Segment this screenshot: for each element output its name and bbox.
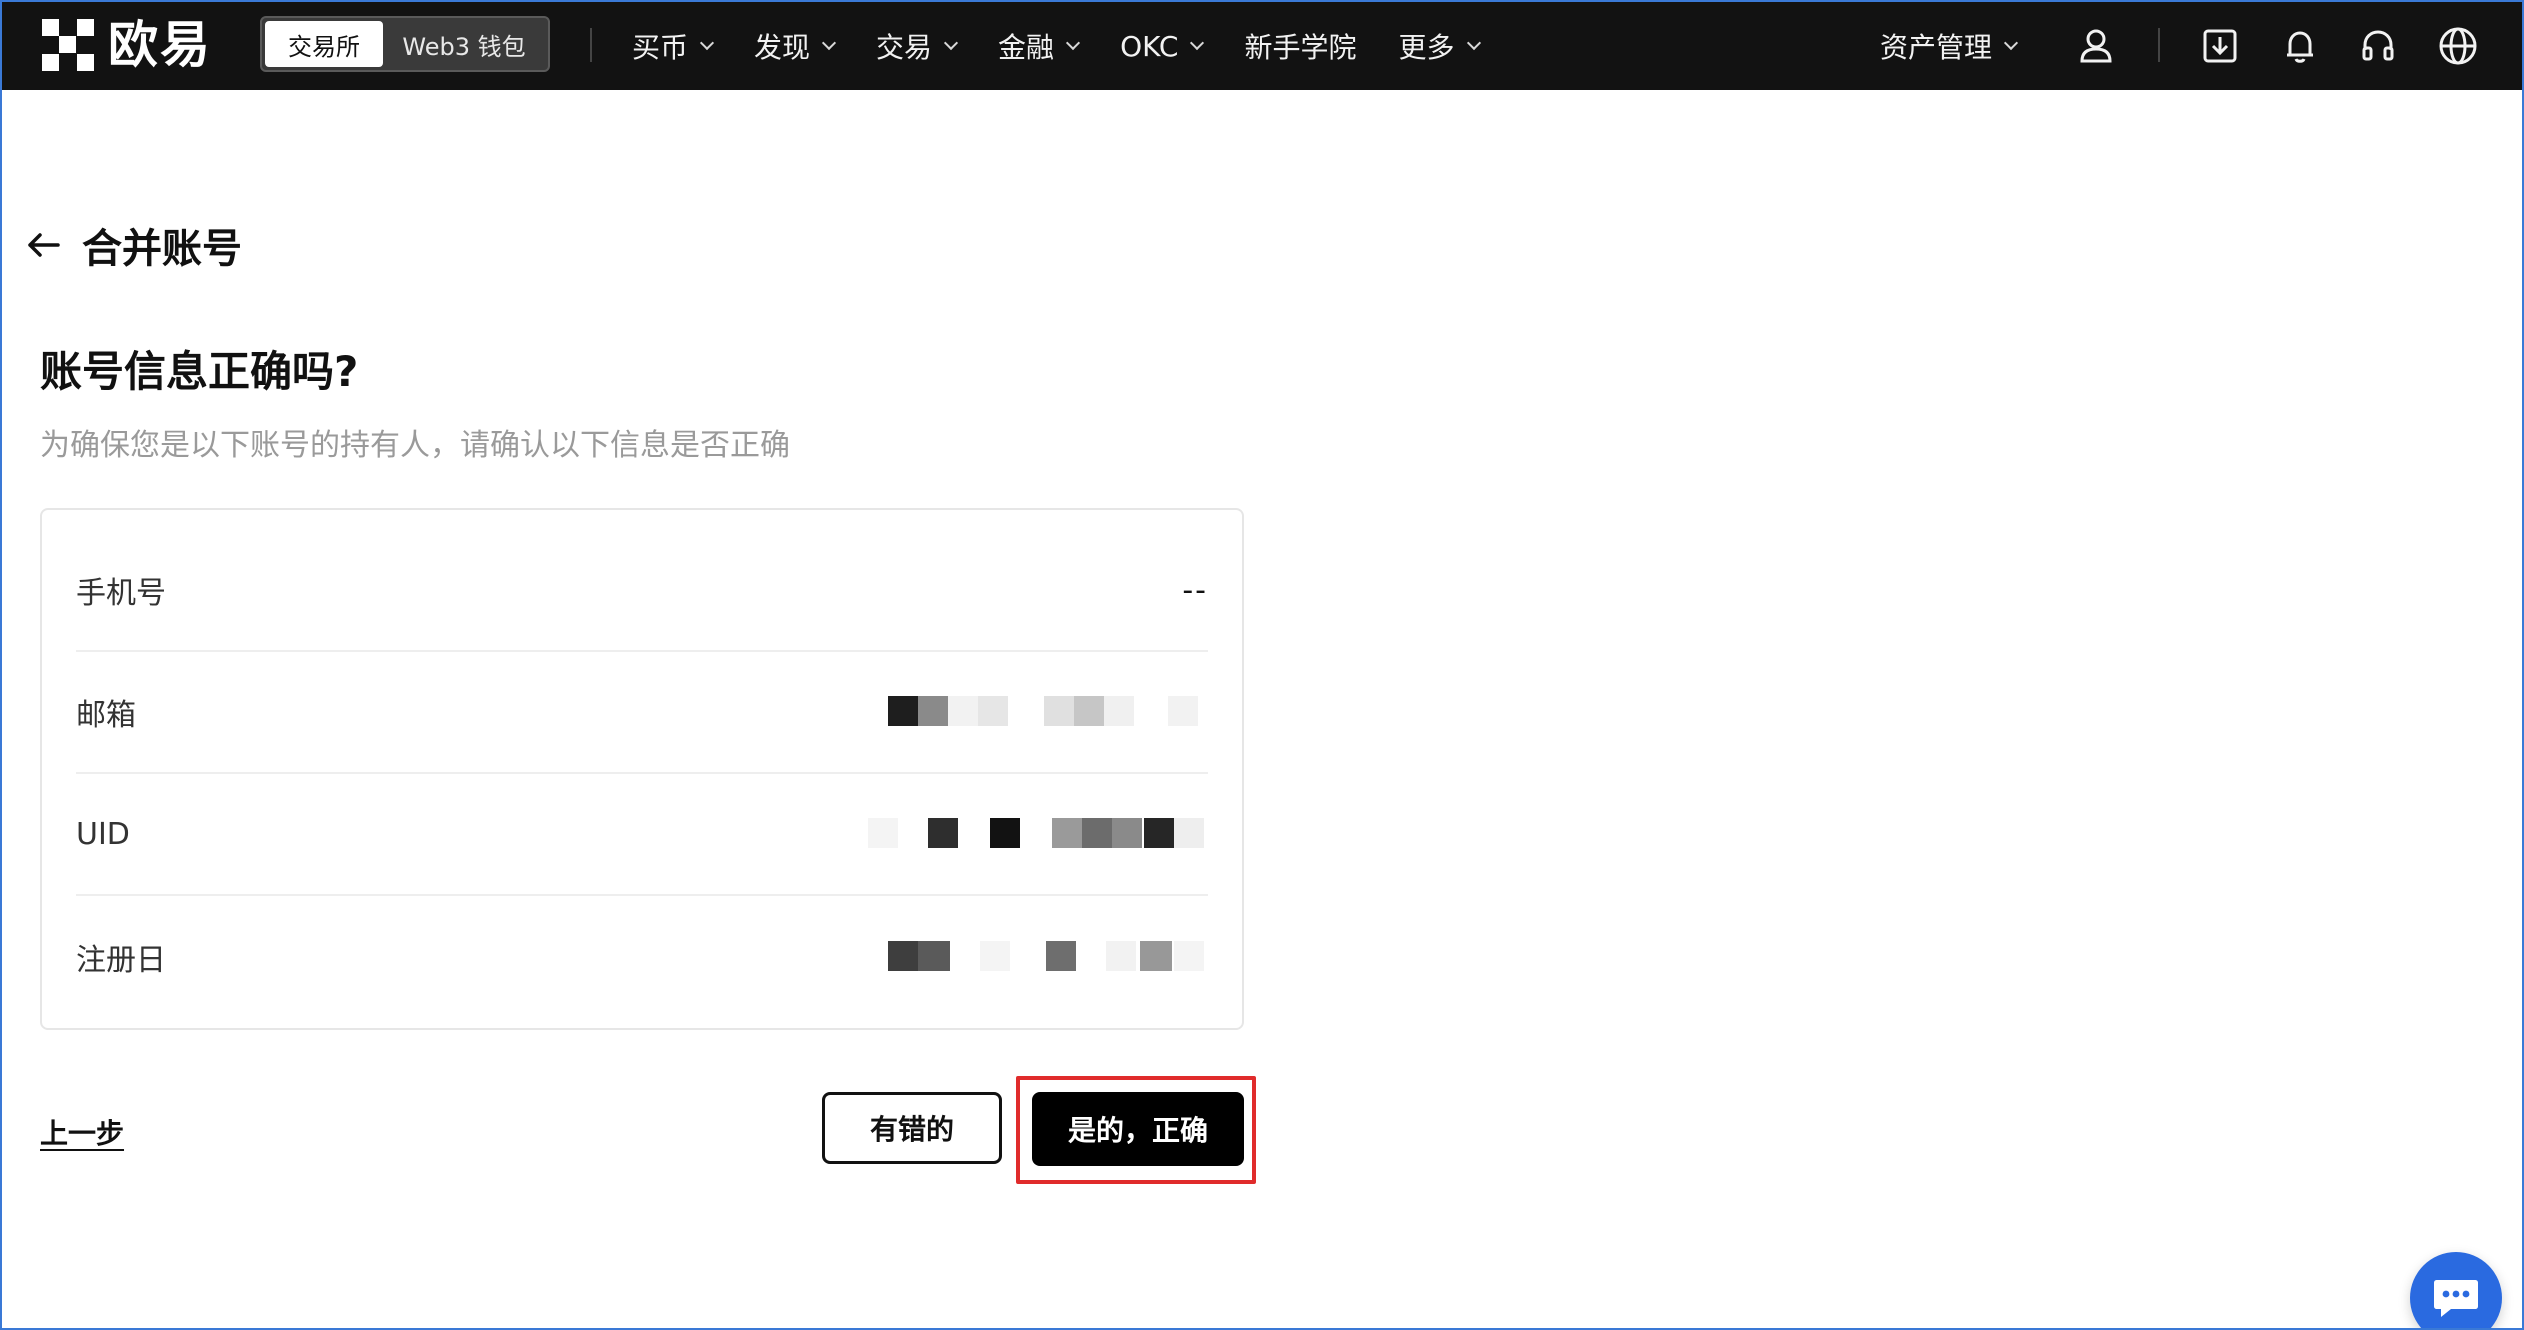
bell-icon[interactable]	[2276, 22, 2324, 70]
logo[interactable]: 欧易	[42, 19, 212, 71]
product-switcher: 交易所 Web3 钱包	[260, 16, 550, 72]
okx-logo-icon	[42, 19, 94, 71]
download-icon[interactable]	[2196, 22, 2244, 70]
email-label: 邮箱	[76, 698, 136, 733]
nav-divider	[590, 28, 592, 62]
account-info-card: 手机号 -- 邮箱 UID 注册日	[40, 508, 1244, 1030]
chevron-down-icon	[699, 35, 715, 51]
user-icon[interactable]	[2072, 22, 2120, 70]
tab-web3-wallet[interactable]: Web3 钱包	[383, 21, 545, 67]
nav-item-buy-crypto[interactable]: 买币	[632, 2, 715, 90]
back-arrow-icon[interactable]	[24, 225, 64, 265]
nav-item-discover[interactable]: 发现	[754, 2, 837, 90]
nav-item-finance[interactable]: 金融	[998, 2, 1081, 90]
phone-label: 手机号	[76, 576, 166, 611]
asset-management-menu[interactable]: 资产管理	[1880, 2, 2019, 90]
nav-item-trade[interactable]: 交易	[876, 2, 959, 90]
confirm-subtext: 为确保您是以下账号的持有人，请确认以下信息是否正确	[40, 428, 790, 463]
chevron-down-icon	[821, 35, 837, 51]
tab-exchange[interactable]: 交易所	[265, 21, 383, 67]
chevron-down-icon	[1466, 35, 1481, 51]
chat-support-button[interactable]	[2410, 1252, 2502, 1328]
chevron-down-icon	[2003, 35, 2019, 51]
top-navbar: 欧易 交易所 Web3 钱包 买币 发现 交易 金融 OKC 新手学院 更多 资…	[2, 2, 2522, 90]
main-menu: 买币 发现 交易 金融 OKC 新手学院 更多	[632, 2, 1521, 90]
incorrect-button[interactable]: 有错的	[822, 1092, 1002, 1164]
info-row-register-date: 注册日	[76, 896, 1208, 1018]
info-row-uid: UID	[76, 774, 1208, 896]
nav-item-okc[interactable]: OKC	[1120, 2, 1205, 90]
nav-divider	[2158, 28, 2160, 62]
page-title: 合并账号	[82, 226, 242, 272]
chevron-down-icon	[1190, 35, 1205, 51]
uid-label: UID	[76, 816, 130, 852]
nav-item-more[interactable]: 更多	[1399, 2, 1481, 90]
confirm-correct-button[interactable]: 是的，正确	[1032, 1092, 1244, 1166]
chevron-down-icon	[943, 35, 959, 51]
back-header: 合并账号	[24, 216, 242, 274]
previous-step-link[interactable]: 上一步	[40, 1112, 124, 1152]
nav-item-academy[interactable]: 新手学院	[1244, 2, 1356, 90]
chevron-down-icon	[1065, 35, 1081, 51]
logo-text: 欧易	[108, 16, 212, 74]
chat-bubble-icon	[2434, 1280, 2478, 1317]
email-value-redacted	[888, 692, 1208, 732]
register-date-label: 注册日	[76, 943, 166, 978]
confirm-heading: 账号信息正确吗?	[40, 347, 359, 396]
headset-icon[interactable]	[2354, 22, 2402, 70]
page: 欧易 交易所 Web3 钱包 买币 发现 交易 金融 OKC 新手学院 更多 资…	[0, 0, 2524, 1330]
phone-value: --	[1182, 572, 1208, 608]
info-row-phone: 手机号 --	[76, 530, 1208, 652]
register-date-value-redacted	[888, 937, 1208, 977]
globe-icon[interactable]	[2434, 22, 2482, 70]
info-row-email: 邮箱	[76, 652, 1208, 774]
uid-value-redacted	[868, 814, 1208, 854]
